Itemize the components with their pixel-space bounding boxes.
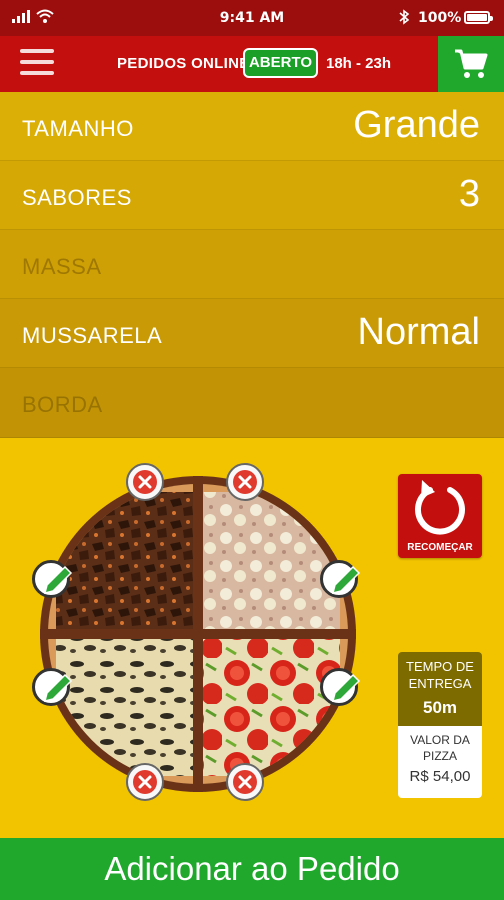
header-bar: PEDIDOS ONLINE ABERTO 18h - 23h: [0, 36, 504, 92]
hamburger-menu-icon[interactable]: [20, 49, 54, 77]
cart-button[interactable]: [438, 36, 504, 92]
close-icon: [133, 770, 157, 794]
option-mozzarella[interactable]: MUSSARELA Normal: [0, 299, 504, 368]
pencil-icon: [331, 565, 361, 595]
delivery-time-title: TEMPO DE ENTREGA: [406, 659, 474, 691]
option-label: MUSSARELA: [22, 323, 163, 348]
add-to-order-button[interactable]: Adicionar ao Pedido: [0, 838, 504, 900]
option-label: TAMANHO: [22, 116, 134, 141]
remove-flavor-button[interactable]: [126, 463, 164, 501]
pizza-price-box: VALOR DA PIZZA R$ 54,00: [398, 726, 482, 798]
pizza-illustration: [40, 476, 356, 792]
edit-flavor-button[interactable]: [32, 560, 73, 598]
restart-label: RECOMEÇAR: [407, 542, 473, 553]
restart-button[interactable]: RECOMEÇAR: [398, 474, 482, 558]
restart-icon: [415, 480, 465, 535]
option-dough[interactable]: MASSA: [0, 230, 504, 299]
option-label: MASSA: [22, 254, 102, 279]
option-value: 3: [458, 173, 480, 215]
pencil-icon: [331, 673, 361, 703]
close-icon: [133, 470, 157, 494]
option-value: Normal: [357, 311, 480, 353]
option-size[interactable]: TAMANHO Grande: [0, 92, 504, 161]
close-icon: [233, 470, 257, 494]
status-bar: 9:41 AM 100%: [0, 0, 504, 36]
edit-flavor-button[interactable]: [320, 560, 361, 598]
remove-flavor-button[interactable]: [226, 763, 264, 801]
option-value: Grande: [353, 104, 480, 146]
open-status-badge: ABERTO: [243, 48, 318, 78]
pizza-builder: RECOMEÇAR TEMPO DE ENTREGA 50m VALOR DA …: [0, 438, 504, 838]
pencil-icon: [43, 673, 73, 703]
option-flavors[interactable]: SABORES 3: [0, 161, 504, 230]
opening-hours: 18h - 23h: [326, 55, 392, 72]
delivery-time-value: 50m: [422, 698, 458, 717]
delivery-time-box: TEMPO DE ENTREGA 50m: [398, 652, 482, 726]
option-label: SABORES: [22, 185, 132, 210]
shopping-cart-icon: [455, 49, 488, 78]
edit-flavor-button[interactable]: [320, 668, 361, 706]
battery-percentage: 100%: [418, 10, 462, 26]
remove-flavor-button[interactable]: [126, 763, 164, 801]
pizza-price-title: VALOR DA PIZZA: [410, 733, 470, 763]
option-label: BORDA: [22, 392, 103, 417]
pencil-icon: [43, 565, 73, 595]
battery-icon: [464, 11, 493, 24]
edit-flavor-button[interactable]: [32, 668, 73, 706]
option-crust[interactable]: BORDA: [0, 368, 504, 438]
bluetooth-icon: [399, 9, 410, 25]
close-icon: [233, 770, 257, 794]
pizza-price-value: R$ 54,00: [409, 768, 471, 785]
online-orders-label: PEDIDOS ONLINE: [117, 55, 250, 72]
remove-flavor-button[interactable]: [226, 463, 264, 501]
